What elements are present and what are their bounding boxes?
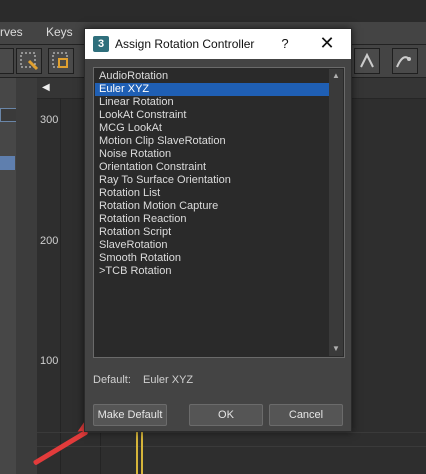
- grid-line: [60, 98, 61, 474]
- menu-keys[interactable]: Keys: [46, 25, 73, 39]
- scroll-down-icon[interactable]: ▼: [332, 344, 340, 353]
- list-item-selected[interactable]: Euler XYZ: [95, 83, 331, 96]
- default-value: Euler XYZ: [143, 374, 194, 386]
- toolbar-button-key-select[interactable]: [16, 48, 42, 74]
- controller-panel: [16, 78, 38, 474]
- list-item[interactable]: SlaveRotation: [95, 239, 331, 252]
- help-button[interactable]: ?: [277, 36, 293, 51]
- grid-line: [37, 446, 426, 447]
- list-item[interactable]: Linear Rotation: [95, 96, 331, 109]
- list-item[interactable]: Noise Rotation: [95, 148, 331, 161]
- left-field[interactable]: [0, 108, 17, 122]
- list-item[interactable]: Rotation Script: [95, 226, 331, 239]
- list-item[interactable]: Rotation Reaction: [95, 213, 331, 226]
- dialog-title: Assign Rotation Controller: [115, 37, 255, 51]
- curve-tool-icon: [360, 52, 374, 68]
- menu-curves[interactable]: rves: [0, 25, 23, 39]
- list-item[interactable]: Rotation Motion Capture: [95, 200, 331, 213]
- list-item[interactable]: Smooth Rotation: [95, 252, 331, 265]
- toolbar-button-pencil[interactable]: [0, 48, 14, 74]
- app-icon: 3: [93, 36, 109, 52]
- close-button[interactable]: ✕: [317, 33, 337, 53]
- toolbar-button-key-region[interactable]: [48, 48, 74, 74]
- ruler-left-arrow-icon[interactable]: ◀: [42, 82, 50, 93]
- key-marker-line: [136, 430, 138, 474]
- list-item[interactable]: >TCB Rotation: [95, 265, 331, 278]
- toolbar-button-right-2[interactable]: [392, 48, 418, 74]
- toolbar-button-right-1[interactable]: [354, 48, 380, 74]
- tangent-tool-icon: [396, 56, 411, 68]
- make-default-button[interactable]: Make Default: [93, 404, 167, 426]
- key-region-icon: [52, 52, 68, 68]
- list-item[interactable]: Ray To Surface Orientation: [95, 174, 331, 187]
- list-item[interactable]: AudioRotation: [95, 70, 331, 83]
- list-item[interactable]: Rotation List: [95, 187, 331, 200]
- cancel-button[interactable]: Cancel: [269, 404, 343, 426]
- y-axis-label-200: 200: [40, 235, 59, 247]
- y-axis-label-300: 300: [40, 114, 59, 126]
- y-axis-label-100: 100: [40, 355, 59, 367]
- default-label: Default:: [93, 374, 131, 386]
- left-strip: [0, 78, 16, 474]
- list-item[interactable]: Orientation Constraint: [95, 161, 331, 174]
- list-item[interactable]: MCG LookAt: [95, 122, 331, 135]
- assign-rotation-controller-dialog: 3 Assign Rotation Controller ? ✕ AudioRo…: [84, 28, 352, 432]
- list-item[interactable]: LookAt Constraint: [95, 109, 331, 122]
- list-item[interactable]: Motion Clip SlaveRotation: [95, 135, 331, 148]
- key-select-icon: [20, 52, 39, 71]
- controller-list[interactable]: AudioRotation Euler XYZ Linear Rotation …: [93, 67, 345, 358]
- scroll-up-icon[interactable]: ▲: [332, 71, 340, 80]
- left-selected-item[interactable]: [0, 156, 15, 170]
- ok-button[interactable]: OK: [189, 404, 263, 426]
- dialog-titlebar[interactable]: 3 Assign Rotation Controller ? ✕: [85, 29, 351, 59]
- key-marker-line: [141, 430, 143, 474]
- list-scrollbar[interactable]: ▲ ▼: [329, 69, 343, 356]
